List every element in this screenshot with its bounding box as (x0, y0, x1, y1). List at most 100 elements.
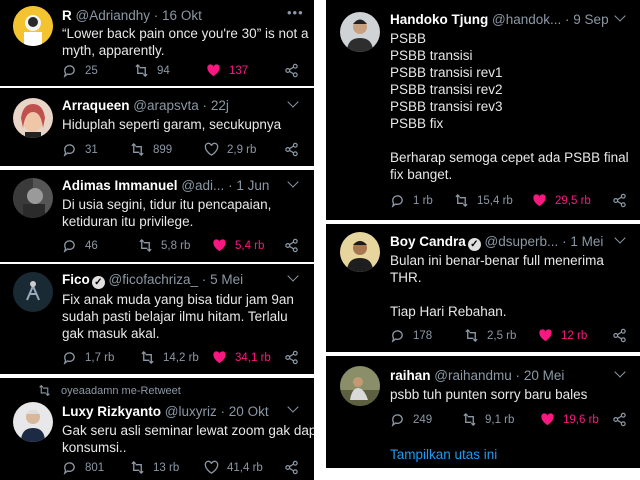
tweet-header: Handoko Tjung @handok... · 9 Sep (390, 12, 609, 28)
reply-button[interactable]: 249 (390, 412, 432, 427)
heart-icon (207, 64, 220, 77)
tweet-card[interactable]: Arraqueen @arapsvta · 22j Hiduplah seper… (0, 88, 314, 166)
chevron-down-icon[interactable] (287, 401, 299, 413)
user-handle[interactable]: @Adriandhy (76, 8, 151, 23)
share-button[interactable] (284, 63, 299, 78)
like-count: 34,1 rb (235, 351, 271, 364)
tweet-card[interactable]: oyeaadamn me-Retweet Luxy Rizkyanto @lux… (0, 378, 314, 480)
reply-count: 31 (85, 143, 98, 156)
reply-count: 801 (85, 461, 105, 474)
retweet-button[interactable]: 13 rb (130, 460, 179, 475)
retweet-button[interactable]: 899 (130, 142, 172, 157)
avatar[interactable] (340, 12, 380, 52)
reply-button[interactable]: 1,7 rb (62, 350, 114, 365)
share-button[interactable] (284, 142, 299, 157)
timestamp[interactable]: 5 Mei (210, 272, 243, 287)
timestamp[interactable]: 20 Okt (229, 404, 269, 419)
tweet-text: PSBB PSBB transisi PSBB transisi rev1 PS… (390, 30, 629, 183)
tweet-card[interactable]: Boy Candra ✓ @dsuperb... · 1 Mei Bulan in… (326, 224, 640, 352)
retweet-button[interactable]: 15,4 rb (454, 193, 513, 208)
tweet-card[interactable]: R @Adriandhy · 16 Okt ••• “Lower back pa… (0, 0, 314, 86)
avatar[interactable] (13, 272, 53, 312)
share-button[interactable] (612, 193, 627, 208)
display-name[interactable]: raihan (390, 368, 431, 383)
display-name[interactable]: Luxy Rizkyanto (62, 404, 161, 419)
display-name[interactable]: Handoko Tjung (390, 12, 488, 27)
like-button[interactable]: 41,4 rb (204, 460, 263, 475)
avatar[interactable] (13, 6, 53, 46)
timestamp[interactable]: 22j (211, 98, 229, 113)
user-handle[interactable]: @luxyriz (165, 404, 217, 419)
tweet-header: R @Adriandhy · 16 Okt (62, 8, 202, 24)
chevron-down-icon[interactable] (287, 176, 299, 188)
avatar[interactable] (13, 402, 53, 442)
like-button[interactable]: 5,4 rb (212, 238, 264, 253)
user-handle[interactable]: @handok... (492, 12, 561, 27)
action-bar: 801 13 rb 41,4 rb (62, 460, 302, 476)
like-button[interactable]: 137 (206, 63, 248, 78)
avatar[interactable] (340, 232, 380, 272)
reply-button[interactable]: 1 rb (390, 193, 433, 208)
heart-icon (213, 239, 226, 252)
avatar[interactable] (340, 366, 380, 406)
chevron-down-icon[interactable] (614, 366, 626, 378)
retweet-button[interactable]: 94 (134, 63, 170, 78)
display-name[interactable]: Arraqueen (62, 98, 130, 113)
user-handle[interactable]: @raihandmu (434, 368, 512, 383)
action-bar: 46 5,8 rb 5,4 rb (62, 238, 302, 254)
retweet-context-label[interactable]: oyeaadamn me-Retweet (61, 385, 181, 397)
display-name[interactable]: Fico (62, 272, 90, 287)
share-button[interactable] (284, 350, 299, 365)
user-handle[interactable]: @adi... (181, 178, 224, 193)
like-button[interactable]: 2,9 rb (204, 142, 256, 157)
like-button[interactable]: 29,5 rb (532, 193, 591, 208)
timestamp[interactable]: 1 Mei (570, 234, 603, 249)
reply-button[interactable]: 31 (62, 142, 98, 157)
more-dots-icon[interactable]: ••• (287, 5, 304, 20)
retweet-count: 899 (153, 143, 173, 156)
timestamp[interactable]: 9 Sep (573, 12, 608, 27)
timestamp[interactable]: 1 Jun (236, 178, 269, 193)
reply-button[interactable]: 801 (62, 460, 104, 475)
like-button[interactable]: 19,6 rb (540, 412, 599, 427)
reply-icon (391, 195, 403, 208)
like-button[interactable]: 12 rb (538, 328, 587, 343)
tweet-card[interactable]: Fico ✓ @ficofachriza_ · 5 Mei Fix anak mu… (0, 264, 314, 374)
reply-button[interactable]: 25 (62, 63, 98, 78)
user-handle[interactable]: @ficofachriza_ (109, 272, 199, 287)
chevron-down-icon[interactable] (287, 96, 299, 108)
share-button[interactable] (612, 412, 627, 427)
chevron-down-icon[interactable] (614, 232, 626, 244)
retweet-count: 14,2 rb (163, 351, 199, 364)
reply-button[interactable]: 178 (390, 328, 432, 343)
reply-button[interactable]: 46 (62, 238, 98, 253)
tweet-card[interactable]: raihan @raihandmu · 20 Mei psbb tuh punt… (326, 356, 640, 468)
share-button[interactable] (284, 238, 299, 253)
reply-count: 249 (413, 413, 433, 426)
user-handle[interactable]: @arapsvta (133, 98, 198, 113)
display-name[interactable]: Boy Candra (390, 234, 466, 249)
share-button[interactable] (612, 328, 627, 343)
retweet-button[interactable]: 5,8 rb (138, 238, 190, 253)
retweet-button[interactable]: 2,5 rb (464, 328, 516, 343)
display-name[interactable]: Adimas Immanuel (62, 178, 178, 193)
timestamp[interactable]: 20 Mei (524, 368, 565, 383)
separator: · (220, 404, 226, 419)
chevron-down-icon[interactable] (287, 270, 299, 282)
retweet-button[interactable]: 14,2 rb (140, 350, 199, 365)
display-name[interactable]: R (62, 8, 72, 23)
like-count: 29,5 rb (555, 194, 591, 207)
retweet-button[interactable]: 9,1 rb (462, 412, 514, 427)
like-button[interactable]: 34,1 rb (212, 350, 271, 365)
avatar[interactable] (13, 178, 53, 218)
tweet-line: fix banget. (390, 167, 453, 182)
share-button[interactable] (284, 460, 299, 475)
timestamp[interactable]: 16 Okt (162, 8, 202, 23)
chevron-down-icon[interactable] (614, 10, 626, 22)
user-handle[interactable]: @dsuperb... (485, 234, 559, 249)
tweet-card[interactable]: Handoko Tjung @handok... · 9 Sep PSBB PS… (326, 0, 640, 220)
tweet-line: PSBB transisi (390, 48, 473, 63)
show-thread-link[interactable]: Tampilkan utas ini (390, 447, 497, 462)
tweet-card[interactable]: Adimas Immanuel @adi... · 1 Jun Di usia … (0, 170, 314, 262)
avatar[interactable] (13, 98, 53, 138)
